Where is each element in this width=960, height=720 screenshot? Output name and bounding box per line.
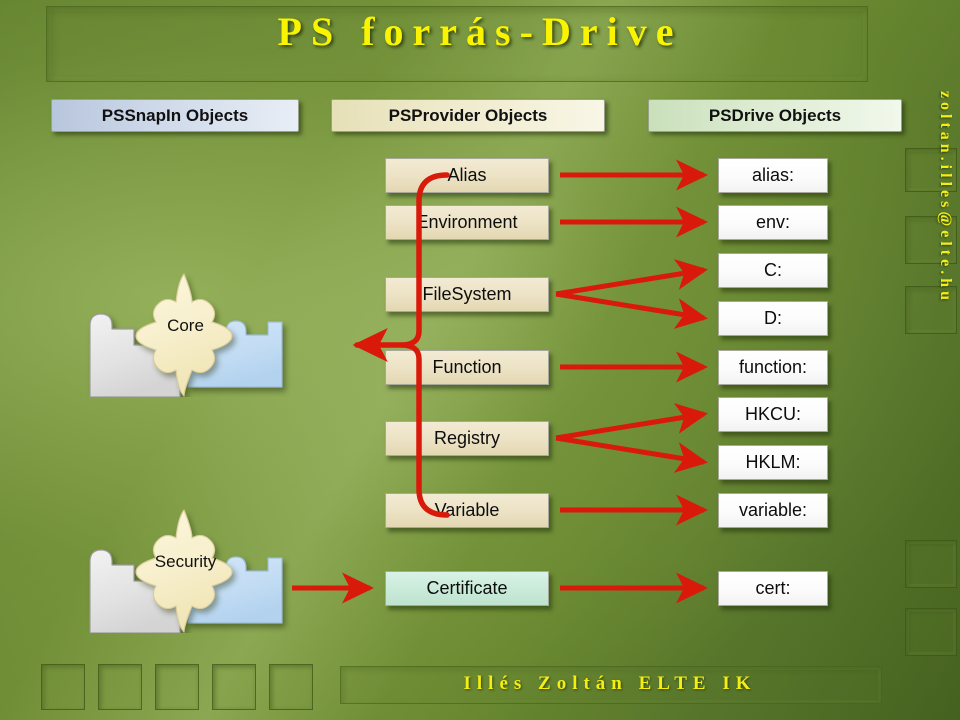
arrow-registry-to-hklm-drive	[555, 435, 708, 473]
decorative-square	[98, 664, 142, 710]
decorative-square	[155, 664, 199, 710]
column-header-psdrive: PSDrive Objects	[648, 99, 902, 132]
drive-box-env[interactable]: env:	[718, 205, 828, 240]
provider-box-certificate[interactable]: Certificate	[385, 571, 549, 606]
provider-box-variable[interactable]: Variable	[385, 493, 549, 528]
provider-box-function[interactable]: Function	[385, 350, 549, 385]
drive-box-function[interactable]: function:	[718, 350, 828, 385]
provider-box-environment[interactable]: Environment	[385, 205, 549, 240]
vertical-signature: zoltan.illes@elte.hu	[937, 90, 954, 304]
decorative-square	[269, 664, 313, 710]
provider-box-filesystem[interactable]: FileSystem	[385, 277, 549, 312]
drive-box-cert[interactable]: cert:	[718, 571, 828, 606]
decorative-square	[212, 664, 256, 710]
drive-box-d[interactable]: D:	[718, 301, 828, 336]
snapin-group-core[interactable]: Core	[78, 272, 293, 397]
drive-box-hklm[interactable]: HKLM:	[718, 445, 828, 480]
snapin-label-security: Security	[154, 552, 217, 571]
footer-text: Illés Zoltán ELTE IK	[463, 673, 757, 694]
drive-box-variable[interactable]: variable:	[718, 493, 828, 528]
arrow-filesystem-to-c-drive	[555, 259, 708, 297]
snapin-group-security[interactable]: Security	[78, 508, 293, 633]
arrow-filesystem-to-d-drive	[555, 291, 708, 329]
slide-canvas: PS forrás-Drive PSSnapIn Objects PSProvi…	[0, 0, 960, 720]
arrow-registry-to-hkcu-drive	[555, 403, 708, 441]
column-header-pssnapin: PSSnapIn Objects	[51, 99, 299, 132]
snapin-label-core: Core	[167, 316, 204, 335]
provider-box-alias[interactable]: Alias	[385, 158, 549, 193]
decorative-square	[905, 608, 957, 656]
decorative-square	[41, 664, 85, 710]
provider-box-registry[interactable]: Registry	[385, 421, 549, 456]
decorative-square	[905, 540, 957, 588]
page-title: PS forrás-Drive	[277, 9, 683, 54]
column-header-psprovider: PSProvider Objects	[331, 99, 605, 132]
drive-box-alias[interactable]: alias:	[718, 158, 828, 193]
drive-box-hkcu[interactable]: HKCU:	[718, 397, 828, 432]
drive-box-c[interactable]: C:	[718, 253, 828, 288]
